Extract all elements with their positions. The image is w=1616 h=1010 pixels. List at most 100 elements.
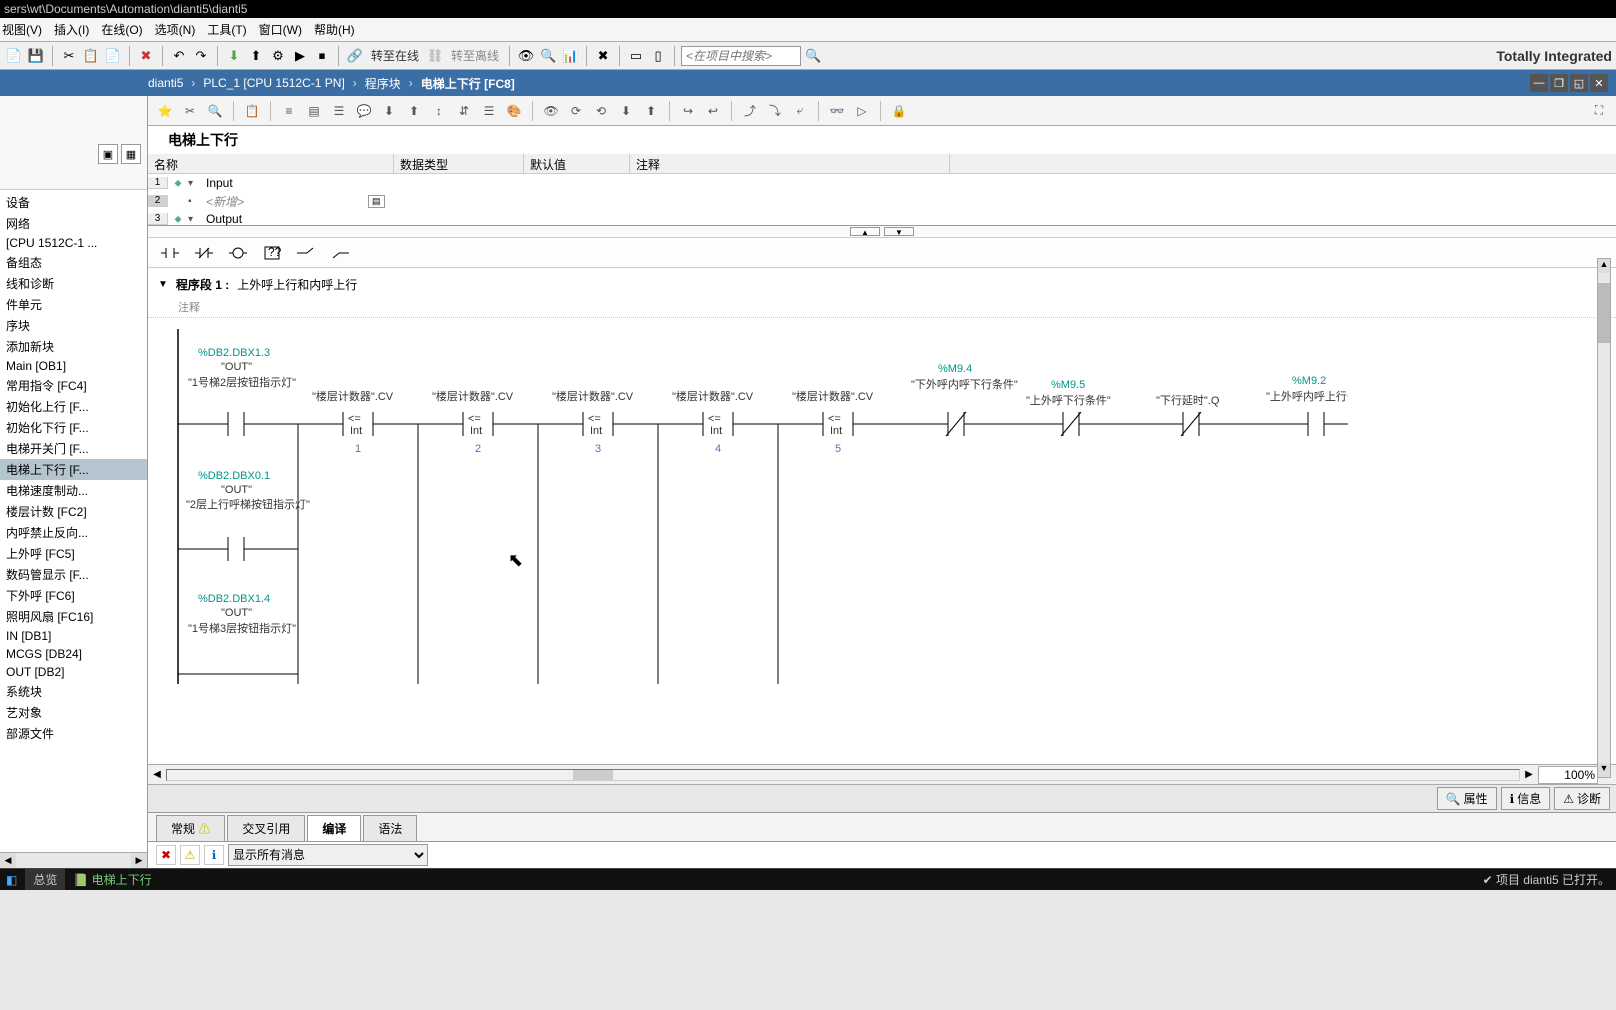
menu-tools[interactable]: 工具(T)	[207, 21, 246, 38]
open-branch-button[interactable]	[292, 239, 320, 267]
scroll-track[interactable]	[16, 853, 131, 868]
col-comment[interactable]: 注释	[630, 154, 950, 173]
row-text[interactable]: Output	[202, 212, 246, 226]
param-row-add[interactable]: 2 ▪ <新增> ▤	[148, 192, 1616, 210]
menu-online[interactable]: 在线(O)	[101, 21, 142, 38]
paste-icon[interactable]: 📄	[103, 46, 123, 66]
tree-item[interactable]: 网络	[0, 213, 147, 234]
m3-icon[interactable]: ⟲	[590, 100, 612, 122]
expand-icon[interactable]: ▾	[188, 214, 202, 225]
tree-item[interactable]: 线和诊断	[0, 273, 147, 294]
collapse-icon[interactable]: ▼	[158, 279, 168, 290]
tree-item[interactable]: 备组态	[0, 252, 147, 273]
tab-general[interactable]: 常规 ⚠	[156, 815, 225, 841]
scroll-left-icon[interactable]: ◀	[0, 853, 16, 868]
zoom-input[interactable]	[1538, 766, 1598, 784]
splitter-down-icon[interactable]: ▼	[884, 227, 914, 236]
net5-icon[interactable]: ☰	[478, 100, 500, 122]
p3-icon[interactable]: ⤶	[789, 100, 811, 122]
add-placeholder[interactable]: <新增>	[202, 193, 248, 210]
unlink-icon[interactable]: ⛓	[425, 46, 445, 66]
search-input[interactable]	[681, 46, 801, 66]
col-name[interactable]: 名称	[148, 154, 394, 173]
splitter-up-icon[interactable]: ▲	[850, 227, 880, 236]
tree-item[interactable]: 下外呼 [FC6]	[0, 585, 147, 606]
closed-contact-button[interactable]	[190, 239, 218, 267]
tree-item[interactable]: 数码管显示 [F...	[0, 564, 147, 585]
tree-item[interactable]: 件单元	[0, 294, 147, 315]
tree-item[interactable]: 初始化下行 [F...	[0, 417, 147, 438]
m4-icon[interactable]: ⬇	[615, 100, 637, 122]
tree-item[interactable]: Main [OB1]	[0, 357, 147, 375]
menu-help[interactable]: 帮助(H)	[314, 21, 355, 38]
param-row-input[interactable]: 1 ⬥ ▾ Input	[148, 174, 1616, 192]
empty-box-button[interactable]: ??	[258, 239, 286, 267]
tree-item[interactable]: 系统块	[0, 681, 147, 702]
tree-item[interactable]: OUT [DB2]	[0, 663, 147, 681]
glasses-icon[interactable]: 👓	[826, 100, 848, 122]
search-go-icon[interactable]: 🔍	[803, 46, 823, 66]
monitor3-icon[interactable]: 📊	[560, 46, 580, 66]
monitor-icon[interactable]: 👁	[540, 100, 562, 122]
link-icon[interactable]: 🔗	[345, 46, 365, 66]
project-view-icon[interactable]: ▦	[121, 144, 141, 164]
tree-item[interactable]: 设备	[0, 192, 147, 213]
tree-item[interactable]: 电梯开关门 [F...	[0, 438, 147, 459]
scroll-right-icon[interactable]: ▶	[131, 853, 147, 868]
menu-view[interactable]: 视图(V)	[2, 21, 42, 38]
scroll-down-icon[interactable]: ▼	[1598, 763, 1610, 777]
list3-icon[interactable]: ☰	[328, 100, 350, 122]
new-icon[interactable]: 📄	[4, 46, 24, 66]
net2-icon[interactable]: ⬆	[403, 100, 425, 122]
tree-item[interactable]: 序块	[0, 315, 147, 336]
delete-icon[interactable]: ✖	[136, 46, 156, 66]
coil-button[interactable]	[224, 239, 252, 267]
ladder-diagram[interactable]: %DB2.DBX1.3 "OUT" "1号梯2层按钮指示灯" %DB2.DBX0…	[148, 324, 1616, 684]
fav3-icon[interactable]: 🔍	[204, 100, 226, 122]
fav1-icon[interactable]: ⭐	[154, 100, 176, 122]
tab-properties[interactable]: 🔍属性	[1437, 787, 1497, 810]
list2-icon[interactable]: ▤	[303, 100, 325, 122]
col-default[interactable]: 默认值	[524, 154, 630, 173]
m5-icon[interactable]: ⬆	[640, 100, 662, 122]
c1-icon[interactable]: ↪	[677, 100, 699, 122]
tree-item[interactable]: 电梯速度制动...	[0, 480, 147, 501]
error-icon[interactable]: ✖	[156, 845, 176, 865]
vscroll-thumb[interactable]	[1598, 283, 1610, 343]
dropdown-icon[interactable]: ▤	[368, 195, 385, 208]
tree-item[interactable]: 楼层计数 [FC2]	[0, 501, 147, 522]
play-icon[interactable]: ▷	[851, 100, 873, 122]
tree-item[interactable]: IN [DB1]	[0, 627, 147, 645]
breadcrumb-item-blocks[interactable]: 程序块	[365, 75, 401, 92]
c2-icon[interactable]: ↩	[702, 100, 724, 122]
network-comment[interactable]: 注释	[148, 297, 1616, 318]
cut-icon[interactable]: ✂	[59, 46, 79, 66]
warning-icon[interactable]: ⚠	[180, 845, 200, 865]
col-type[interactable]: 数据类型	[394, 154, 524, 173]
stop-icon[interactable]: ⏹	[312, 46, 332, 66]
p1-icon[interactable]: ⤴	[739, 100, 761, 122]
go-online-button[interactable]: 转至在线	[367, 47, 423, 64]
p2-icon[interactable]: ⤵	[764, 100, 786, 122]
network-description[interactable]: 上外呼上行和内呼上行	[237, 276, 357, 293]
close-x-icon[interactable]: ✖	[593, 46, 613, 66]
expand-icon[interactable]: ⛶	[1588, 100, 1610, 122]
monitor1-icon[interactable]: 👁	[516, 46, 536, 66]
fav2-icon[interactable]: ✂	[179, 100, 201, 122]
save-icon[interactable]: 💾	[26, 46, 46, 66]
menu-options[interactable]: 选项(N)	[155, 21, 196, 38]
open-contact-button[interactable]	[156, 239, 184, 267]
breadcrumb-item-plc[interactable]: PLC_1 [CPU 1512C-1 PN]	[203, 76, 344, 90]
tree-item[interactable]: 照明风扇 [FC16]	[0, 606, 147, 627]
upload-icon[interactable]: ⬆	[246, 46, 266, 66]
tree-item[interactable]: 上外呼 [FC5]	[0, 543, 147, 564]
menu-window[interactable]: 窗口(W)	[259, 21, 302, 38]
split-h-icon[interactable]: ▭	[626, 46, 646, 66]
monitor2-icon[interactable]: 🔍	[538, 46, 558, 66]
tree-item[interactable]: 艺对象	[0, 702, 147, 723]
current-editor-tab[interactable]: 📗 电梯上下行	[73, 871, 151, 888]
go-offline-button[interactable]: 转至离线	[447, 47, 503, 64]
tree-item[interactable]: 初始化上行 [F...	[0, 396, 147, 417]
maximize-icon[interactable]: ❐	[1550, 74, 1568, 92]
download-icon[interactable]: ⬇	[224, 46, 244, 66]
